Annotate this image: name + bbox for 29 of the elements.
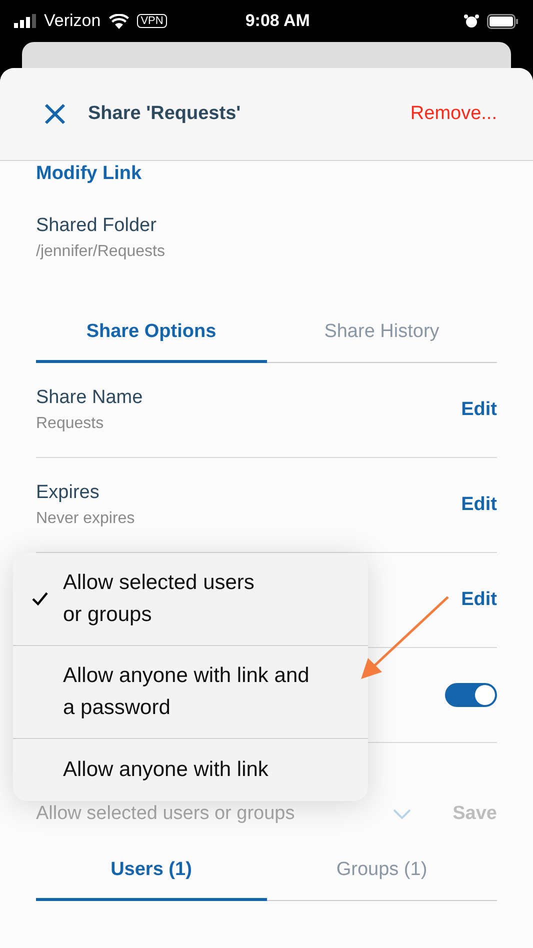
folder-path: /jennifer/Requests <box>36 243 166 261</box>
remove-link[interactable]: Remove... <box>410 103 497 125</box>
list-tab[interactable]: Groups (1) <box>266 855 497 901</box>
carrier-name: Verizon <box>44 11 101 31</box>
signal-icon <box>14 14 36 28</box>
setting-label: Expires <box>36 482 100 504</box>
options-tab[interactable]: Share History <box>266 317 497 363</box>
edit-button[interactable]: Edit <box>461 589 497 611</box>
sheet-title: Share 'Requests' <box>88 103 242 125</box>
close-icon[interactable] <box>44 103 66 125</box>
battery-icon <box>487 14 519 28</box>
setting-value: Never expires <box>36 510 136 528</box>
modify-link[interactable]: Modify Link <box>36 163 142 185</box>
edit-button[interactable]: Edit <box>461 399 497 421</box>
menu-item[interactable]: Allow anyone with link <box>13 738 368 801</box>
folder-label: Shared Folder <box>36 215 158 237</box>
options-tab[interactable]: Share Options <box>36 317 266 363</box>
toggle-switch[interactable] <box>445 683 497 707</box>
alarm-icon <box>464 14 479 28</box>
list-tab[interactable]: Users (1) <box>36 855 266 901</box>
vpn-badge: VPN <box>136 14 168 28</box>
setting-value: Requests <box>36 415 105 433</box>
edit-button[interactable]: Edit <box>461 494 497 516</box>
menu-item[interactable]: Allow selected users or groups <box>13 553 368 645</box>
wifi-icon <box>108 14 129 28</box>
chevron-down-icon <box>392 809 411 819</box>
clock-time: 9:08 AM <box>245 11 311 31</box>
checkmark-icon <box>32 592 48 606</box>
setting-label: Share Name <box>36 387 144 409</box>
